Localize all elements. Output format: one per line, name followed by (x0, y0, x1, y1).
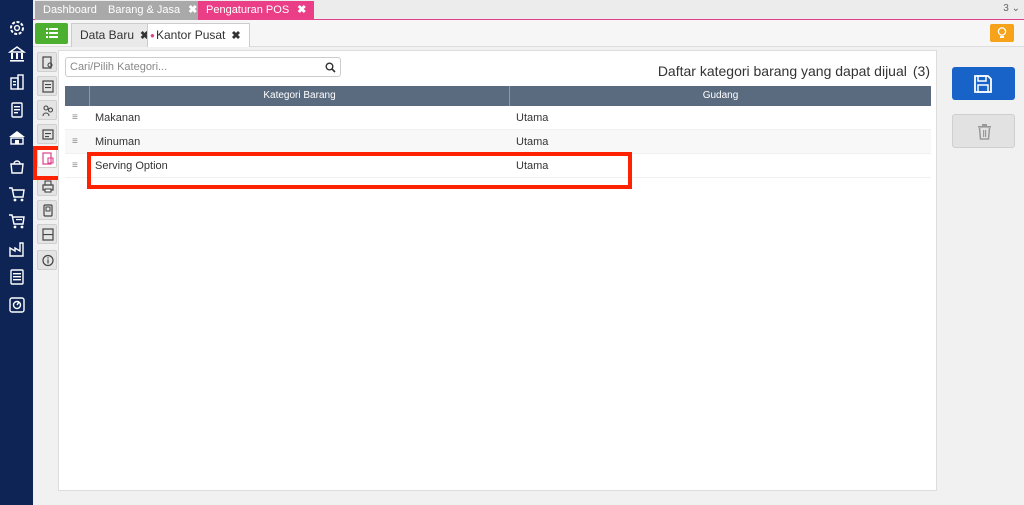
column-header-kategori[interactable]: Kategori Barang (89, 86, 510, 106)
gear-icon[interactable] (8, 19, 26, 37)
drag-handle-icon[interactable]: ≡ (72, 112, 78, 124)
page-title-text: Daftar kategori barang yang dapat dijual (657, 63, 907, 79)
modified-dot-icon: ● (150, 31, 155, 40)
list-icon (46, 28, 58, 38)
document-icon[interactable] (8, 101, 26, 119)
cell-kategori: Minuman (95, 136, 141, 148)
close-icon[interactable]: ✖ (188, 4, 197, 16)
trash-icon (978, 124, 991, 140)
users-icon (42, 105, 54, 117)
bag-icon[interactable] (8, 157, 26, 175)
category-search[interactable] (65, 57, 341, 77)
tab-count[interactable]: 3 ⌄ (1003, 3, 1020, 14)
tab-data-baru[interactable]: Data Baru ✖ (71, 23, 159, 47)
building-icon[interactable] (8, 73, 26, 91)
institution-icon[interactable] (8, 129, 26, 147)
close-icon[interactable]: ✖ (297, 4, 306, 16)
save-button[interactable] (952, 67, 1015, 100)
printer-icon (42, 180, 54, 193)
cell-gudang: Utama (516, 112, 549, 124)
dashboard-icon[interactable] (8, 296, 26, 314)
tab-label: Data Baru (80, 28, 135, 42)
product-info-tool[interactable] (37, 52, 57, 72)
cell-kategori: Makanan (95, 112, 141, 124)
drag-handle-icon[interactable]: ≡ (72, 136, 78, 148)
tab-label: Dashboard (43, 4, 97, 16)
top-tab-bar: Dashboard Barang & Jasa ✖ Pengaturan POS ✖… (33, 0, 1024, 20)
report-icon[interactable] (8, 268, 26, 286)
cell-gudang: Utama (516, 136, 549, 148)
document-search-icon (42, 56, 53, 69)
highlight-box-serving-option (87, 152, 632, 189)
delete-button[interactable] (952, 114, 1015, 148)
price-list-tool[interactable] (37, 76, 57, 96)
terminal-tool[interactable] (37, 200, 57, 220)
device-icon (43, 204, 53, 217)
menu-button[interactable] (35, 23, 68, 44)
tab-pengaturan-pos[interactable]: Pengaturan POS ✖ (198, 1, 315, 20)
lightbulb-icon (997, 27, 1007, 38)
document-lines-icon (42, 80, 54, 93)
tab-dashboard[interactable]: Dashboard (35, 1, 105, 20)
layout-icon (42, 228, 54, 241)
user-access-tool[interactable] (37, 100, 57, 120)
info-icon (42, 254, 54, 267)
chevron-down-icon: ⌄ (1008, 3, 1020, 14)
info-tool[interactable] (37, 250, 57, 270)
save-icon (974, 75, 992, 93)
cart-icon[interactable] (8, 185, 26, 203)
factory-icon[interactable] (8, 240, 26, 258)
cart-list-icon[interactable] (8, 212, 26, 230)
tips-button[interactable] (990, 24, 1014, 42)
category-panel: Daftar kategori barang yang dapat dijual… (58, 50, 937, 491)
sub-tab-bar: Data Baru ✖ ● Kantor Pusat ✖ (33, 20, 1024, 47)
receipt-tool[interactable] (37, 124, 57, 144)
table-row[interactable]: ≡ Makanan Utama (65, 106, 931, 130)
close-icon[interactable]: ✖ (231, 30, 240, 42)
receipt-icon (42, 129, 54, 140)
table-row[interactable]: ≡ Minuman Utama (65, 130, 931, 154)
bank-icon[interactable] (8, 45, 26, 63)
drag-handle-icon[interactable]: ≡ (72, 160, 78, 172)
search-icon[interactable] (325, 62, 336, 73)
tab-barang-jasa[interactable]: Barang & Jasa ✖ (100, 1, 206, 20)
search-input[interactable] (70, 60, 320, 74)
table-header: Kategori Barang Gudang (65, 86, 931, 106)
layout-tool[interactable] (37, 224, 57, 244)
tab-label: Kantor Pusat (156, 28, 226, 42)
page-title: Daftar kategori barang yang dapat dijual… (658, 63, 930, 79)
tab-label: Barang & Jasa (108, 4, 181, 16)
item-count: (3) (912, 63, 930, 79)
tab-kantor-pusat[interactable]: ● Kantor Pusat ✖ (147, 23, 250, 47)
column-header-gudang[interactable]: Gudang (510, 86, 931, 106)
tab-label: Pengaturan POS (206, 4, 290, 16)
left-nav (0, 0, 33, 505)
